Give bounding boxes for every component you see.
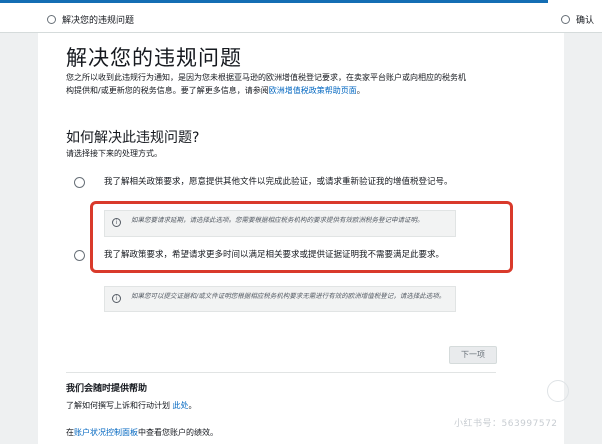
intro-paragraph: 您之所以收到此违规行为通知，是因为您未根据亚马逊的欧洲增值税登记要求，在卖家平台… bbox=[66, 71, 466, 97]
next-button[interactable]: 下一项 bbox=[449, 346, 497, 364]
step-label: 确认 bbox=[576, 15, 595, 26]
appeal-guide-link[interactable]: 此处 bbox=[173, 401, 189, 410]
radio-icon[interactable] bbox=[74, 250, 85, 261]
option-note: 如果您可以提交证据和/或文件证明您根据相应税务机构要求无需进行有效的欧洲增值税登… bbox=[131, 292, 446, 300]
progress-accent-bar bbox=[0, 0, 548, 3]
intro-text: 您之所以收到此违规行为通知，是因为您未根据亚马逊的欧洲增值税登记要求，在卖家平台… bbox=[66, 73, 466, 95]
page: 解决您的违规问题 确认 解决您的违规问题 您之所以收到此违规行为通知，是因为您未… bbox=[0, 0, 602, 444]
step-radio-icon bbox=[561, 14, 570, 24]
radio-icon[interactable] bbox=[74, 177, 85, 188]
vat-policy-help-link[interactable]: 欧洲增值税政策帮助页面 bbox=[269, 86, 357, 95]
watermark: 小红书号：563997572 bbox=[454, 419, 558, 429]
page-title: 解决您的违规问题 bbox=[66, 46, 242, 70]
step-resolve-violation[interactable]: 解决您的违规问题 bbox=[47, 12, 134, 26]
section-instruction: 请选择接下来的处理方式。 bbox=[66, 149, 162, 158]
option-info-box: i 如果您可以提交证据和/或文件证明您根据相应税务机构要求无需进行有效的欧洲增值… bbox=[104, 286, 456, 312]
help-text: 在 bbox=[66, 428, 74, 437]
progress-header: 解决您的违规问题 确认 bbox=[0, 0, 602, 33]
help-text-end: 中查看您账户的绩效。 bbox=[138, 428, 218, 437]
section-question: 如何解决此违规问题? bbox=[66, 130, 200, 146]
step-label: 解决您的违规问题 bbox=[62, 15, 135, 26]
help-dashboard-line: 在账户状况控制面板中查看您账户的绩效。 bbox=[66, 427, 218, 438]
watermark-logo bbox=[547, 380, 569, 402]
help-text-end: 。 bbox=[188, 401, 197, 410]
option-label: 我了解相关政策要求，愿意提供其他文件以完成此验证，或请求重新验证我的增值税登记号… bbox=[104, 177, 453, 187]
divider bbox=[66, 372, 496, 373]
help-title: 我们会随时提供帮助 bbox=[66, 384, 148, 394]
step-radio-icon bbox=[47, 14, 56, 24]
step-confirm[interactable]: 确认 bbox=[561, 12, 594, 26]
highlight-box bbox=[90, 201, 513, 273]
info-icon: i bbox=[112, 294, 121, 303]
account-health-dashboard-link[interactable]: 账户状况控制面板 bbox=[74, 428, 138, 437]
intro-end: 。 bbox=[356, 86, 365, 95]
help-appeal-line: 了解如何撰写上诉和行动计划 此处。 bbox=[66, 400, 197, 411]
help-text: 了解如何撰写上诉和行动计划 bbox=[66, 401, 173, 410]
